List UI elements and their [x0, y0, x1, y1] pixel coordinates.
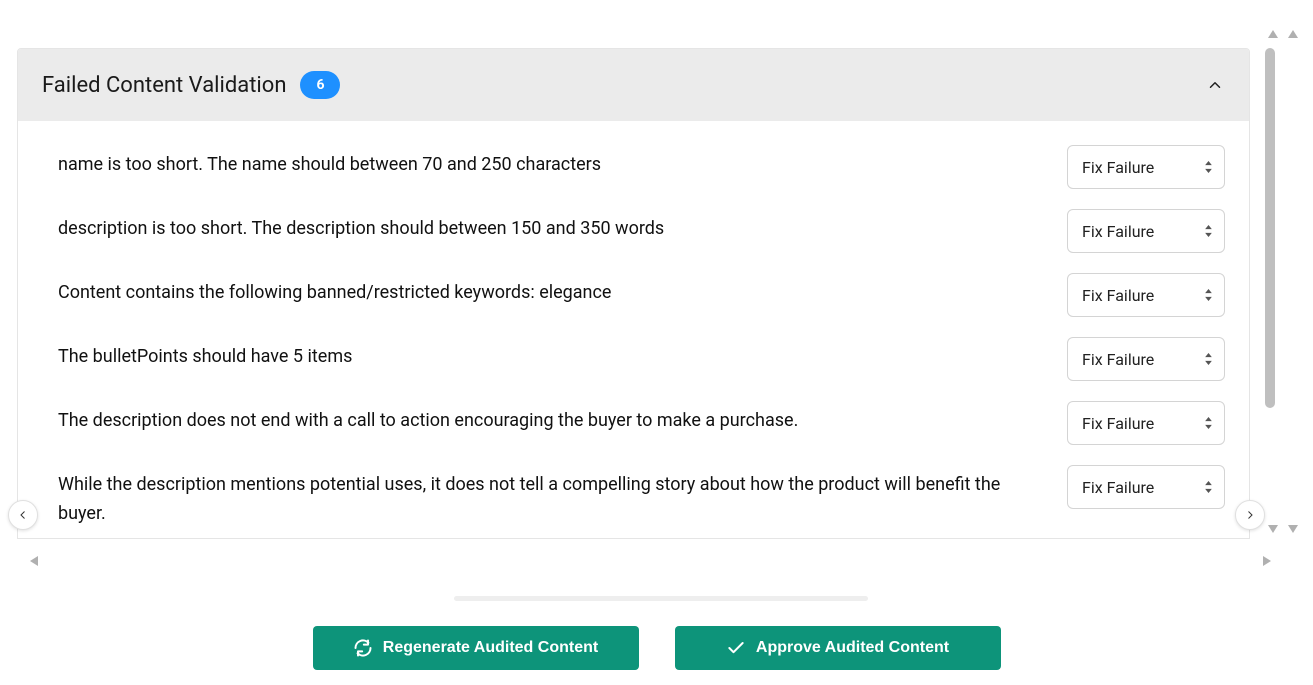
fix-failure-label: Fix Failure — [1082, 158, 1154, 177]
triangle-right-icon[interactable] — [1261, 552, 1273, 571]
failure-message: While the description mentions potential… — [58, 465, 1008, 529]
validation-panel: Failed Content Validation 6 name is too … — [17, 48, 1250, 539]
fix-failure-label: Fix Failure — [1082, 350, 1154, 369]
fix-failure-label: Fix Failure — [1082, 478, 1154, 497]
sort-caret-icon — [1202, 350, 1214, 368]
chevron-left-icon — [17, 509, 29, 521]
failure-row: name is too short. The name should betwe… — [58, 145, 1225, 189]
divider — [454, 596, 868, 601]
failure-row: description is too short. The descriptio… — [58, 209, 1225, 253]
failure-row: Content contains the following banned/re… — [58, 273, 1225, 317]
scrollbar[interactable] — [1265, 48, 1279, 539]
sort-caret-icon — [1202, 286, 1214, 304]
next-button[interactable] — [1235, 500, 1265, 530]
prev-button[interactable] — [8, 500, 38, 530]
panel-header-left: Failed Content Validation 6 — [42, 71, 340, 99]
fix-failure-select[interactable]: Fix Failure — [1067, 401, 1225, 445]
sort-caret-icon — [1202, 158, 1214, 176]
triangle-down-icon[interactable] — [1267, 520, 1279, 539]
action-bar: Regenerate Audited Content Approve Audit… — [0, 626, 1313, 670]
fix-failure-select[interactable]: Fix Failure — [1067, 273, 1225, 317]
triangle-up-icon[interactable] — [1287, 25, 1299, 44]
carousel-down-controls — [1267, 520, 1299, 539]
triangle-down-icon[interactable] — [1287, 520, 1299, 539]
regenerate-button[interactable]: Regenerate Audited Content — [313, 626, 639, 670]
panel-title: Failed Content Validation — [42, 73, 286, 98]
carousel-horizontal-controls — [28, 552, 1273, 571]
failure-row: The bulletPoints should have 5 items Fix… — [58, 337, 1225, 381]
triangle-left-icon[interactable] — [28, 552, 40, 571]
sort-caret-icon — [1202, 478, 1214, 496]
sort-caret-icon — [1202, 222, 1214, 240]
regenerate-label: Regenerate Audited Content — [383, 639, 598, 657]
chevron-right-icon — [1244, 509, 1256, 521]
fix-failure-select[interactable]: Fix Failure — [1067, 209, 1225, 253]
panel-body: name is too short. The name should betwe… — [18, 121, 1249, 539]
fix-failure-label: Fix Failure — [1082, 222, 1154, 241]
scrollbar-thumb[interactable] — [1265, 48, 1275, 408]
failure-message: The bulletPoints should have 5 items — [58, 337, 1008, 372]
fix-failure-select[interactable]: Fix Failure — [1067, 465, 1225, 509]
triangle-up-icon[interactable] — [1267, 25, 1279, 44]
sort-caret-icon — [1202, 414, 1214, 432]
refresh-icon — [353, 638, 373, 658]
fix-failure-select[interactable]: Fix Failure — [1067, 145, 1225, 189]
failure-message: description is too short. The descriptio… — [58, 209, 1008, 244]
failure-row: The description does not end with a call… — [58, 401, 1225, 445]
failure-row: While the description mentions potential… — [58, 465, 1225, 529]
approve-label: Approve Audited Content — [756, 639, 949, 657]
chevron-up-icon[interactable] — [1205, 75, 1225, 95]
failure-message: Content contains the following banned/re… — [58, 273, 1008, 308]
check-icon — [726, 638, 746, 658]
fix-failure-select[interactable]: Fix Failure — [1067, 337, 1225, 381]
fix-failure-label: Fix Failure — [1082, 286, 1154, 305]
carousel-up-controls — [1267, 25, 1299, 44]
failure-message: The description does not end with a call… — [58, 401, 1008, 436]
count-badge: 6 — [300, 71, 340, 99]
fix-failure-label: Fix Failure — [1082, 414, 1154, 433]
failure-message: name is too short. The name should betwe… — [58, 145, 1008, 180]
approve-button[interactable]: Approve Audited Content — [675, 626, 1001, 670]
panel-header[interactable]: Failed Content Validation 6 — [18, 49, 1249, 121]
